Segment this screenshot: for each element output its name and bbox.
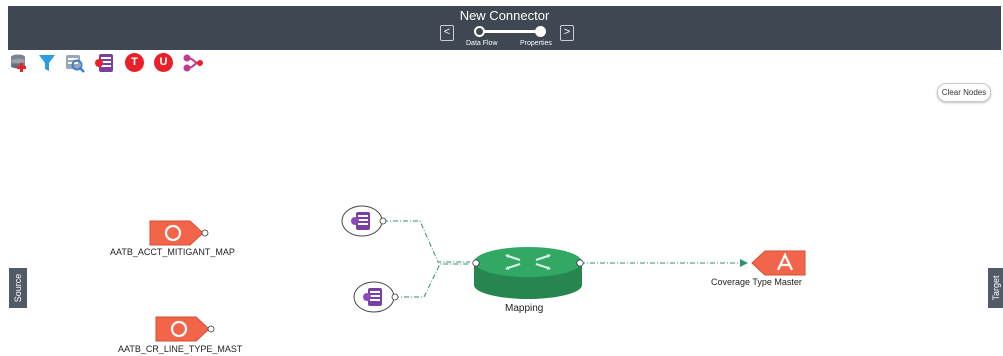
step-properties-dot[interactable] <box>535 26 546 37</box>
step-properties-label[interactable]: Properties <box>520 40 552 47</box>
target-node-label: Coverage Type Master <box>711 277 802 287</box>
chevron-left-icon[interactable]: < <box>440 25 454 41</box>
t-badge-label: T <box>125 53 144 72</box>
chevron-right-icon[interactable]: > <box>560 25 574 41</box>
expression-node-1[interactable] <box>341 205 387 237</box>
u-badge-label: U <box>154 53 173 72</box>
source-panel-tab[interactable]: Source <box>9 268 27 308</box>
expression-icon[interactable] <box>94 52 116 74</box>
join-icon[interactable] <box>182 52 204 74</box>
page-title: New Connector <box>459 8 550 23</box>
source-node-1[interactable] <box>149 220 209 246</box>
connector-edge-2 <box>394 263 470 298</box>
clear-nodes-button[interactable]: Clear Nodes <box>937 83 991 102</box>
target-tab-label: Target <box>990 275 1001 301</box>
connector-arrow <box>740 259 748 267</box>
connector-header: New Connector < Data Flow Properties > <box>8 6 1001 50</box>
source-tab-label: Source <box>13 273 23 303</box>
mapping-node[interactable] <box>472 247 584 299</box>
mapping-node-label: Mapping <box>505 303 544 314</box>
target-panel-tab[interactable]: Target <box>988 268 1003 308</box>
step-track <box>480 30 540 33</box>
source-node-2-label: AATB_CR_LINE_TYPE_MAST <box>118 344 243 354</box>
source-node-1-label: AATB_ACCT_MITIGANT_MAP <box>110 247 235 257</box>
target-node[interactable] <box>751 250 806 276</box>
u-badge-icon[interactable]: U <box>153 52 175 74</box>
step-data-flow-dot[interactable] <box>474 26 485 37</box>
search-source-icon[interactable] <box>64 52 86 74</box>
filter-icon[interactable] <box>36 52 58 74</box>
flow-canvas <box>149 205 806 342</box>
step-data-flow-label[interactable]: Data Flow <box>466 40 498 47</box>
t-badge-icon[interactable]: T <box>124 52 146 74</box>
connector-edge-1 <box>383 220 470 263</box>
source-node-2[interactable] <box>155 316 215 342</box>
add-source-icon[interactable] <box>8 52 30 74</box>
expression-node-2[interactable] <box>353 281 399 313</box>
step-progress <box>474 26 546 40</box>
